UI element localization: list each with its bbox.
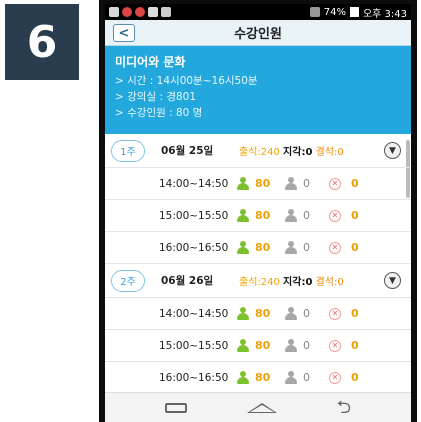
present-count: 80 (255, 241, 271, 254)
back-icon[interactable]: ⮌ (337, 398, 351, 417)
absent-count: 0 (351, 241, 359, 254)
present-person-icon (237, 209, 249, 222)
absent-count: 0 (351, 371, 359, 384)
late-person-icon (285, 339, 297, 352)
present-person-icon (237, 177, 249, 190)
course-room: > 강의실 : 경801 (115, 91, 197, 103)
present-count: 80 (255, 209, 271, 222)
time-slot-row: 16:00~16:50 80 0 ✕ 0 (105, 362, 411, 394)
week-stats: 출석:240 지각:0 결석:0 (239, 273, 344, 288)
time-slot-row: 15:00~15:50 80 0 ✕ 0 (105, 330, 411, 362)
time-slot-row: 14:00~14:50 80 0 ✕ 0 (105, 168, 411, 200)
absent-count: 0 (351, 339, 359, 352)
week-late: 지각:0 (283, 277, 313, 288)
absent-x-icon: ✕ (329, 241, 341, 254)
absent-x-icon: ✕ (329, 177, 341, 190)
slot-time: 15:00~15:50 (159, 209, 229, 222)
clock: 오후 3:43 (362, 8, 407, 20)
course-time: > 시간 : 14시00분~16시50분 (115, 75, 258, 87)
recent-apps-icon[interactable] (164, 402, 187, 413)
present-count: 80 (255, 339, 271, 352)
battery-icon (349, 7, 359, 17)
present-person-icon (237, 339, 249, 352)
chevron-down-icon[interactable]: ▼ (384, 142, 401, 159)
status-right: 74% 오후 3:43 (309, 5, 407, 20)
course-enrollment: > 수강인원 : 80 명 (115, 107, 203, 119)
notification-icon (109, 7, 119, 17)
attendance-list: 1주 06월 25일 출석:240 지각:0 결석:0 ▼ 14:00~14:5… (105, 134, 411, 394)
week-number-badge: 2주 (111, 269, 145, 292)
late-count: 0 (303, 177, 310, 190)
notification-icon (135, 7, 145, 17)
present-count: 80 (255, 177, 271, 190)
late-count: 0 (303, 339, 310, 352)
week-date: 06월 26일 (161, 275, 214, 287)
late-count: 0 (303, 241, 310, 254)
page-title: 수강인원 (234, 27, 282, 42)
week-date: 06월 25일 (161, 145, 214, 157)
absent-count: 0 (351, 307, 359, 320)
navigation-bar: ⮌ (105, 392, 411, 422)
week-absent: 결석:0 (315, 277, 344, 288)
late-person-icon (285, 177, 297, 190)
absent-x-icon: ✕ (329, 339, 341, 352)
course-name: 미디어와 문화 (115, 55, 186, 69)
late-person-icon (285, 371, 297, 384)
status-bar: 74% 오후 3:43 (105, 4, 411, 20)
week-late: 지각:0 (283, 147, 313, 158)
time-slot-row: 16:00~16:50 80 0 ✕ 0 (105, 232, 411, 264)
slot-time: 16:00~16:50 (159, 371, 229, 384)
late-person-icon (285, 241, 297, 254)
signal-icon (309, 7, 320, 17)
slot-time: 16:00~16:50 (159, 241, 229, 254)
chevron-down-icon[interactable]: ▼ (384, 272, 401, 289)
battery-percent: 74% (323, 6, 346, 18)
notification-icons (109, 7, 306, 17)
absent-count: 0 (351, 209, 359, 222)
time-slot-row: 15:00~15:50 80 0 ✕ 0 (105, 200, 411, 232)
course-info-panel: 미디어와 문화 > 시간 : 14시00분~16시50분 > 강의실 : 경80… (105, 46, 411, 134)
notification-icon (148, 7, 158, 17)
title-bar: < 수강인원 (105, 20, 411, 46)
step-number: 6 (26, 16, 58, 68)
week-number-badge: 1주 (111, 139, 145, 162)
absent-x-icon: ✕ (329, 307, 341, 320)
back-button[interactable]: < (113, 24, 135, 42)
late-count: 0 (303, 371, 310, 384)
absent-count: 0 (351, 177, 359, 190)
step-number-badge: 6 (5, 4, 79, 80)
week-stats: 출석:240 지각:0 결석:0 (239, 143, 344, 158)
week-row[interactable]: 2주 06월 26일 출석:240 지각:0 결석:0 ▼ (105, 264, 411, 298)
absent-x-icon: ✕ (329, 371, 341, 384)
present-person-icon (237, 307, 249, 320)
late-person-icon (285, 307, 297, 320)
absent-x-icon: ✕ (329, 209, 341, 222)
present-count: 80 (255, 307, 271, 320)
notification-icon (161, 7, 171, 17)
back-arrow-icon: < (118, 25, 130, 41)
home-icon[interactable] (246, 402, 277, 413)
phone-screen: 74% 오후 3:43 < 수강인원 미디어와 문화 > 시간 : 14시00분… (105, 4, 411, 422)
time-slot-row: 14:00~14:50 80 0 ✕ 0 (105, 298, 411, 330)
slot-time: 14:00~14:50 (159, 307, 229, 320)
week-row[interactable]: 1주 06월 25일 출석:240 지각:0 결석:0 ▼ (105, 134, 411, 168)
present-person-icon (237, 241, 249, 254)
phone-frame: 74% 오후 3:43 < 수강인원 미디어와 문화 > 시간 : 14시00분… (99, 0, 417, 422)
late-count: 0 (303, 307, 310, 320)
present-count: 80 (255, 371, 271, 384)
week-attendance: 출석:240 (239, 147, 280, 158)
late-count: 0 (303, 209, 310, 222)
slot-time: 14:00~14:50 (159, 177, 229, 190)
week-attendance: 출석:240 (239, 277, 280, 288)
late-person-icon (285, 209, 297, 222)
notification-icon (122, 7, 132, 17)
week-absent: 결석:0 (315, 147, 344, 158)
slot-time: 15:00~15:50 (159, 339, 229, 352)
present-person-icon (237, 371, 249, 384)
